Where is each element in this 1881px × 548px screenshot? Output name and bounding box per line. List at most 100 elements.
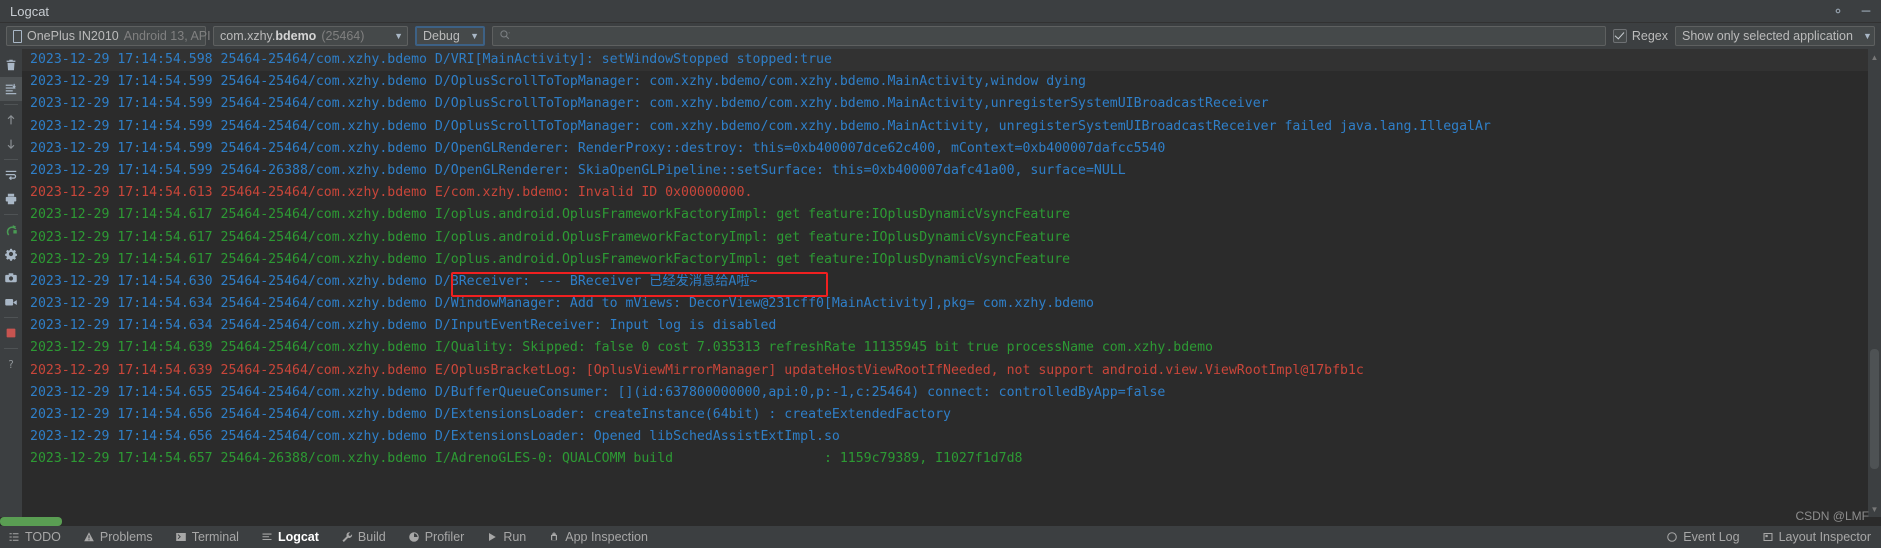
- title-bar-actions: [1831, 0, 1873, 22]
- vertical-scrollbar[interactable]: ▲ ▼: [1868, 49, 1881, 517]
- regex-checkbox[interactable]: Regex: [1612, 29, 1668, 43]
- app-inspection-icon: [551, 532, 558, 541]
- device-selector[interactable]: OnePlus IN2010 Android 13, API ▼: [6, 26, 230, 46]
- logcat-gutter: ?: [0, 49, 22, 517]
- next-occurrence-icon[interactable]: [0, 132, 22, 156]
- log-level-selector[interactable]: Debug ▼: [415, 26, 485, 46]
- help-icon[interactable]: ?: [0, 352, 22, 376]
- regex-label: Regex: [1631, 29, 1668, 43]
- watermark: CSDN @LMF: [1795, 509, 1869, 523]
- log-line[interactable]: 2023-12-29 17:14:54.656 25464-25464/com.…: [22, 404, 1868, 426]
- logcat-body: ? 2023-12-29 17:14:54.598 25464-25464/co…: [0, 49, 1881, 517]
- minimize-icon[interactable]: [1859, 4, 1873, 18]
- run-icon: [489, 532, 497, 542]
- tool-window-label: App Inspection: [565, 530, 648, 544]
- horizontal-scrollbar[interactable]: [0, 517, 1881, 526]
- settings-icon[interactable]: [0, 242, 22, 266]
- log-line[interactable]: 2023-12-29 17:14:54.613 25464-25464/com.…: [22, 182, 1868, 204]
- title-bar: Logcat: [0, 0, 1881, 23]
- tool-window-button-profiler[interactable]: Profiler: [408, 530, 465, 544]
- tool-window-button-app-inspection[interactable]: App Inspection: [548, 530, 648, 544]
- stop-icon[interactable]: [0, 321, 22, 345]
- tool-window-button-todo[interactable]: TODO: [8, 530, 61, 544]
- tool-window-label: Build: [357, 530, 386, 544]
- restart-icon[interactable]: [0, 218, 22, 242]
- chevron-down-icon: ▼: [394, 30, 403, 41]
- process-package-prefix: com.xzhy.: [220, 29, 276, 43]
- tool-window-button-problems[interactable]: Problems: [83, 530, 153, 544]
- divider: [4, 348, 18, 349]
- tool-window-label: Layout Inspector: [1778, 530, 1871, 544]
- event-log-icon: [1667, 532, 1678, 542]
- log-line[interactable]: 2023-12-29 17:14:54.617 25464-25464/com.…: [22, 249, 1868, 271]
- device-detail: Android 13, API: [123, 29, 211, 43]
- logcat-icon: [262, 533, 272, 540]
- process-selector[interactable]: com.xzhy. bdemo (25464) ▼: [213, 26, 408, 46]
- log-line[interactable]: 2023-12-29 17:14:54.599 25464-25464/com.…: [22, 93, 1868, 115]
- process-pid: (25464): [321, 29, 365, 43]
- tool-window-bar: TODO Problems Terminal Logcat Build Profiler R…: [0, 526, 1881, 548]
- process-package-suffix: bdemo: [275, 29, 317, 43]
- divider: [4, 317, 18, 318]
- tool-window-button-logcat[interactable]: Logcat: [261, 530, 319, 544]
- logcat-output[interactable]: 2023-12-29 17:14:54.598 25464-25464/com.…: [22, 49, 1868, 517]
- tool-window-right-group: Event Log Layout Inspector: [1666, 530, 1871, 544]
- tool-window-button-layout-inspector[interactable]: Layout Inspector: [1762, 530, 1871, 544]
- log-line[interactable]: 2023-12-29 17:14:54.617 25464-25464/com.…: [22, 227, 1868, 249]
- tool-window-label: TODO: [25, 530, 61, 544]
- scroll-up-arrow[interactable]: ▲: [1868, 51, 1881, 63]
- print-icon[interactable]: [0, 187, 22, 211]
- gear-icon[interactable]: [1831, 4, 1845, 18]
- log-level-value: Debug: [423, 29, 460, 43]
- tool-window-label: Event Log: [1683, 530, 1740, 544]
- log-line[interactable]: 2023-12-29 17:14:54.599 25464-25464/com.…: [22, 138, 1868, 160]
- tool-window-left-group: TODO Problems Terminal Logcat Build Profiler R…: [8, 530, 648, 544]
- log-line[interactable]: 2023-12-29 17:14:54.655 25464-25464/com.…: [22, 382, 1868, 404]
- tool-window-label: Terminal: [191, 530, 239, 544]
- tool-window-button-event-log[interactable]: Event Log: [1666, 530, 1740, 544]
- tool-window-label: Problems: [99, 530, 153, 544]
- page-title: Logcat: [10, 3, 50, 19]
- log-lines-container: 2023-12-29 17:14:54.598 25464-25464/com.…: [22, 49, 1868, 471]
- todo-icon: [9, 533, 19, 541]
- layout-inspector-icon: [1763, 532, 1773, 542]
- scroll-down-arrow[interactable]: ▼: [1868, 503, 1881, 515]
- log-line[interactable]: 2023-12-29 17:14:54.639 25464-25464/com.…: [22, 360, 1868, 382]
- tool-window-button-build[interactable]: Build: [341, 530, 386, 544]
- tool-window-label: Profiler: [424, 530, 465, 544]
- chevron-down-icon: ▼: [1862, 30, 1872, 41]
- screen-record-icon[interactable]: [0, 290, 22, 314]
- scroll-to-end-icon[interactable]: [0, 77, 22, 101]
- build-icon: [342, 532, 353, 543]
- phone-icon: [13, 29, 22, 43]
- problems-icon: [84, 532, 94, 542]
- tool-window-button-terminal[interactable]: Terminal: [175, 530, 239, 544]
- previous-occurrence-icon[interactable]: [0, 108, 22, 132]
- scrollbar-thumb[interactable]: [1870, 349, 1879, 469]
- soft-wrap-icon[interactable]: [0, 163, 22, 187]
- search-input[interactable]: [515, 29, 1599, 43]
- screenshot-icon[interactable]: [0, 266, 22, 290]
- log-line[interactable]: 2023-12-29 17:14:54.617 25464-25464/com.…: [22, 204, 1868, 226]
- clear-logcat-icon[interactable]: [0, 53, 22, 77]
- logcat-window: Logcat OnePlus IN2010 Android 13, API ▼ …: [0, 0, 1881, 548]
- hscrollbar-thumb[interactable]: [0, 517, 62, 526]
- logcat-toolbar: OnePlus IN2010 Android 13, API ▼ com.xzh…: [0, 23, 1881, 49]
- log-line[interactable]: 2023-12-29 17:14:54.598 25464-25464/com.…: [22, 49, 1868, 72]
- log-line[interactable]: 2023-12-29 17:14:54.634 25464-25464/com.…: [22, 315, 1868, 337]
- log-line[interactable]: 2023-12-29 17:14:54.656 25464-25464/com.…: [22, 426, 1868, 448]
- tool-window-label: Logcat: [277, 530, 319, 544]
- chevron-down-icon: ▼: [470, 30, 479, 41]
- scope-selector[interactable]: Show only selected application ▼: [1675, 26, 1875, 46]
- divider: [4, 214, 18, 215]
- log-line[interactable]: 2023-12-29 17:14:54.634 25464-25464/com.…: [22, 293, 1868, 315]
- search-field[interactable]: [492, 26, 1606, 46]
- log-line[interactable]: 2023-12-29 17:14:54.657 25464-26388/com.…: [22, 448, 1868, 470]
- tool-window-button-run[interactable]: Run: [486, 530, 526, 544]
- profiler-icon: [408, 532, 419, 542]
- log-line[interactable]: 2023-12-29 17:14:54.630 25464-25464/com.…: [22, 271, 1868, 293]
- log-line[interactable]: 2023-12-29 17:14:54.599 25464-25464/com.…: [22, 71, 1868, 93]
- log-line[interactable]: 2023-12-29 17:14:54.639 25464-25464/com.…: [22, 337, 1868, 359]
- log-line[interactable]: 2023-12-29 17:14:54.599 25464-26388/com.…: [22, 160, 1868, 182]
- log-line[interactable]: 2023-12-29 17:14:54.599 25464-25464/com.…: [22, 116, 1868, 138]
